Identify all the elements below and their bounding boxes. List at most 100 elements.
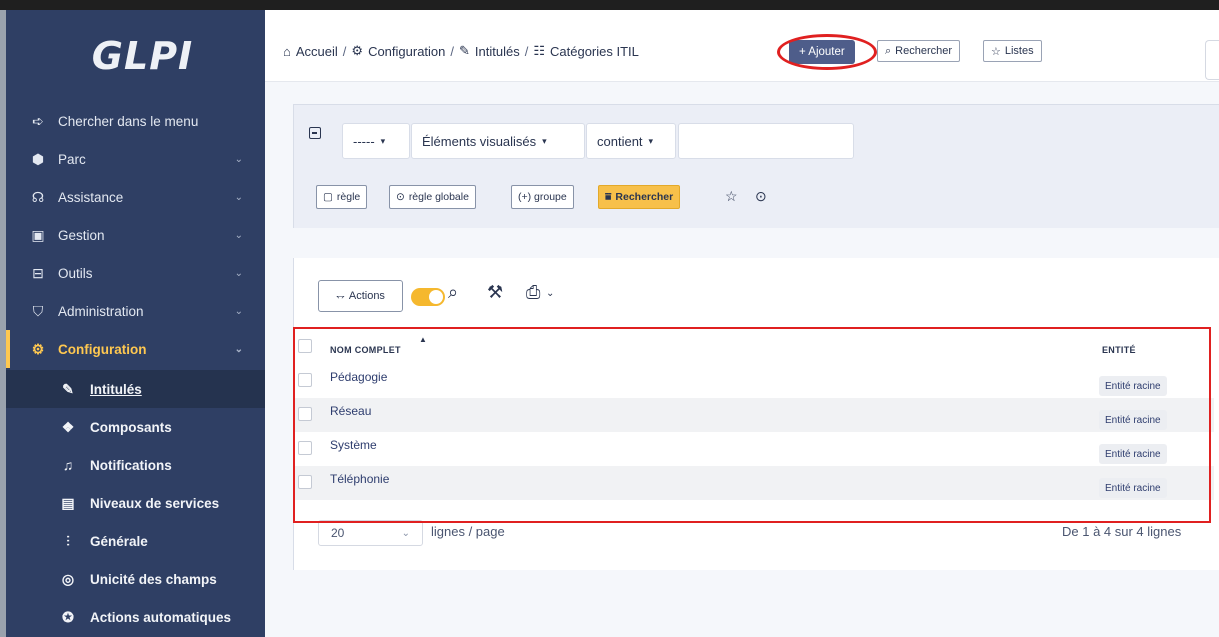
criteria-select[interactable]: Éléments visualisés ▾ xyxy=(411,123,585,159)
chevron-down-icon: ⌄ xyxy=(234,191,243,203)
sidebar-subitem-generale[interactable]: ⫶ Générale xyxy=(6,522,265,560)
operator-select[interactable]: contient ▾ xyxy=(586,123,676,159)
breadcrumb-separator: / xyxy=(450,43,455,59)
chevron-down-icon: ⌄ xyxy=(234,267,243,279)
run-search-button[interactable]: ⩸ Rechercher xyxy=(598,185,681,209)
filter-icon: ⩸ xyxy=(605,190,612,203)
sidebar-item-label: Administration xyxy=(58,303,144,319)
wrench-icon[interactable]: ⚒ xyxy=(487,282,503,303)
search-button[interactable]: ⌕ Rechercher xyxy=(877,40,961,62)
gear-icon: ⚙ xyxy=(31,340,45,357)
sidebar-subitem-notifications[interactable]: ♫ Notifications xyxy=(6,446,265,484)
actions-label: Actions xyxy=(348,290,385,302)
sidebar-item-label: Gestion xyxy=(58,227,105,243)
run-search-label: Rechercher xyxy=(615,191,674,203)
sidebar-item-label: Configuration xyxy=(58,341,147,357)
sidebar-subitem-unicite-des-champs[interactable]: ◎ Unicité des champs xyxy=(6,560,265,598)
sidebar-subitem-composants[interactable]: ❖ Composants xyxy=(6,408,265,446)
per-page-value: 20 xyxy=(331,526,345,540)
sidebar-item-administration[interactable]: ⛉ Administration ⌄ xyxy=(6,292,265,330)
sidebar-item-gestion[interactable]: ▣ Gestion ⌄ xyxy=(6,216,265,254)
chevron-down-icon: ⌄ xyxy=(401,527,410,539)
app-logo[interactable]: GLPI xyxy=(6,10,265,102)
sidebar-item-label: Assistance xyxy=(58,189,124,205)
sidebar-item-label: Parc xyxy=(58,151,86,167)
field-select[interactable]: ----- ▾ xyxy=(342,123,410,159)
wallet-icon: ▣ xyxy=(31,226,45,243)
sidebar-subitem-intitules[interactable]: ✎ Intitulés xyxy=(6,370,265,408)
chevron-down-icon: ⌄ xyxy=(234,343,243,355)
page-header: ⌂ Accueil / ⚙ Configuration / ✎ Intitulé… xyxy=(265,10,1219,82)
gear-play-icon: ✪ xyxy=(62,608,74,625)
search-icon[interactable]: ⌕ xyxy=(448,282,458,303)
search-icon: ⌕ xyxy=(885,44,892,57)
highlight-ellipse xyxy=(777,34,877,70)
cube-icon: ⬢ xyxy=(31,150,45,167)
sidebar-item-outils[interactable]: ⊟ Outils ⌄ xyxy=(6,254,265,292)
sidebar-item-label: Outils xyxy=(58,265,93,281)
shield-icon: ⛉ xyxy=(32,302,44,319)
reset-icon[interactable]: ⊙ xyxy=(755,188,767,205)
sliders-icon: ⫶ xyxy=(66,532,70,549)
lists-button[interactable]: ☆ Listes xyxy=(983,40,1042,62)
export-icon[interactable]: ⎙ xyxy=(526,282,540,303)
add-global-rule-label: règle globale xyxy=(408,191,469,203)
breadcrumb-separator: / xyxy=(524,43,529,59)
hierarchy-icon: ☷ xyxy=(533,43,546,58)
add-rule-label: règle xyxy=(336,191,361,203)
sidebar-item-search-menu[interactable]: ➪ Chercher dans le menu xyxy=(6,102,265,140)
edit-icon: ✎ xyxy=(459,43,470,58)
sidebar-subitem-label: Actions automatiques xyxy=(90,609,232,625)
per-page-select[interactable]: 20 ⌄ xyxy=(318,520,423,546)
arrow-right-icon: ➪ xyxy=(32,112,44,129)
star-icon: ☆ xyxy=(991,45,1001,58)
add-group-button[interactable]: (+) groupe xyxy=(511,185,574,209)
components-icon: ❖ xyxy=(61,418,75,435)
breadcrumb-item-intitules[interactable]: Intitulés xyxy=(475,44,520,59)
actions-button[interactable]: ⥐ Actions xyxy=(318,280,403,312)
search-criteria-panel: ----- ▾ Éléments visualisés ▾ contient ▾… xyxy=(293,104,1219,228)
breadcrumb-item-accueil[interactable]: Accueil xyxy=(296,44,338,59)
sidebar-item-parc[interactable]: ⬢ Parc ⌄ xyxy=(6,140,265,178)
chevron-down-icon: ⌄ xyxy=(234,229,243,241)
fingerprint-icon: ◎ xyxy=(61,570,75,587)
pagination-info: De 1 à 4 sur 4 lignes xyxy=(1062,524,1182,539)
clipboard-icon: ▤ xyxy=(61,494,75,511)
value-input[interactable] xyxy=(678,123,854,159)
sidebar-subitem-label: Niveaux de services xyxy=(90,495,220,511)
search-button-label: Rechercher xyxy=(895,45,953,57)
chevron-down-icon: ⌄ xyxy=(234,305,243,317)
breadcrumb-item-configuration[interactable]: Configuration xyxy=(368,44,445,59)
breadcrumb: ⌂ Accueil / ⚙ Configuration / ✎ Intitulé… xyxy=(283,43,639,59)
chevron-down-icon: ▾ xyxy=(648,135,654,146)
operator-select-value: contient xyxy=(597,133,643,149)
sidebar-subitem-label: Intitulés xyxy=(90,381,142,397)
sidebar-subitem-niveaux-de-services[interactable]: ▤ Niveaux de services xyxy=(6,484,265,522)
sidebar-item-assistance[interactable]: ☊ Assistance ⌄ xyxy=(6,178,265,216)
sidebar-item-configuration[interactable]: ⚙ Configuration ⌄ xyxy=(6,330,265,368)
lists-button-label: Listes xyxy=(1004,45,1034,57)
add-rule-button[interactable]: ▢ règle xyxy=(316,185,368,209)
star-icon[interactable]: ☆ xyxy=(725,188,738,205)
chevron-down-icon: ▾ xyxy=(542,135,547,146)
collapse-icon[interactable] xyxy=(309,127,321,139)
sidebar-item-label: Chercher dans le menu xyxy=(58,113,199,129)
sidebar-subitem-label: Générale xyxy=(90,533,148,549)
rule-icon: ▢ xyxy=(323,191,333,203)
gear-icon: ⚙ xyxy=(351,43,364,58)
sidebar: GLPI ➪ Chercher dans le menu ⬢ Parc ⌄ ☊ … xyxy=(6,10,265,637)
field-select-value: ----- xyxy=(353,133,375,149)
chevron-down-icon[interactable]: ⌄ xyxy=(546,288,554,299)
headset-icon: ☊ xyxy=(31,188,45,205)
sidebar-subitem-actions-automatiques[interactable]: ✪ Actions automatiques xyxy=(6,598,265,636)
window-top-bar xyxy=(0,0,1219,10)
search-toggle[interactable] xyxy=(411,288,445,306)
breadcrumb-item-categories-itil[interactable]: Catégories ITIL xyxy=(550,44,639,59)
actions-icon: ⥐ xyxy=(336,289,345,302)
add-global-rule-button[interactable]: ⊙ règle globale xyxy=(389,185,476,209)
home-icon: ⌂ xyxy=(283,43,291,59)
sidebar-subitem-label: Composants xyxy=(90,419,172,435)
breadcrumb-separator: / xyxy=(342,43,347,59)
header-right-control[interactable] xyxy=(1205,40,1219,80)
bell-icon: ♫ xyxy=(62,457,74,473)
